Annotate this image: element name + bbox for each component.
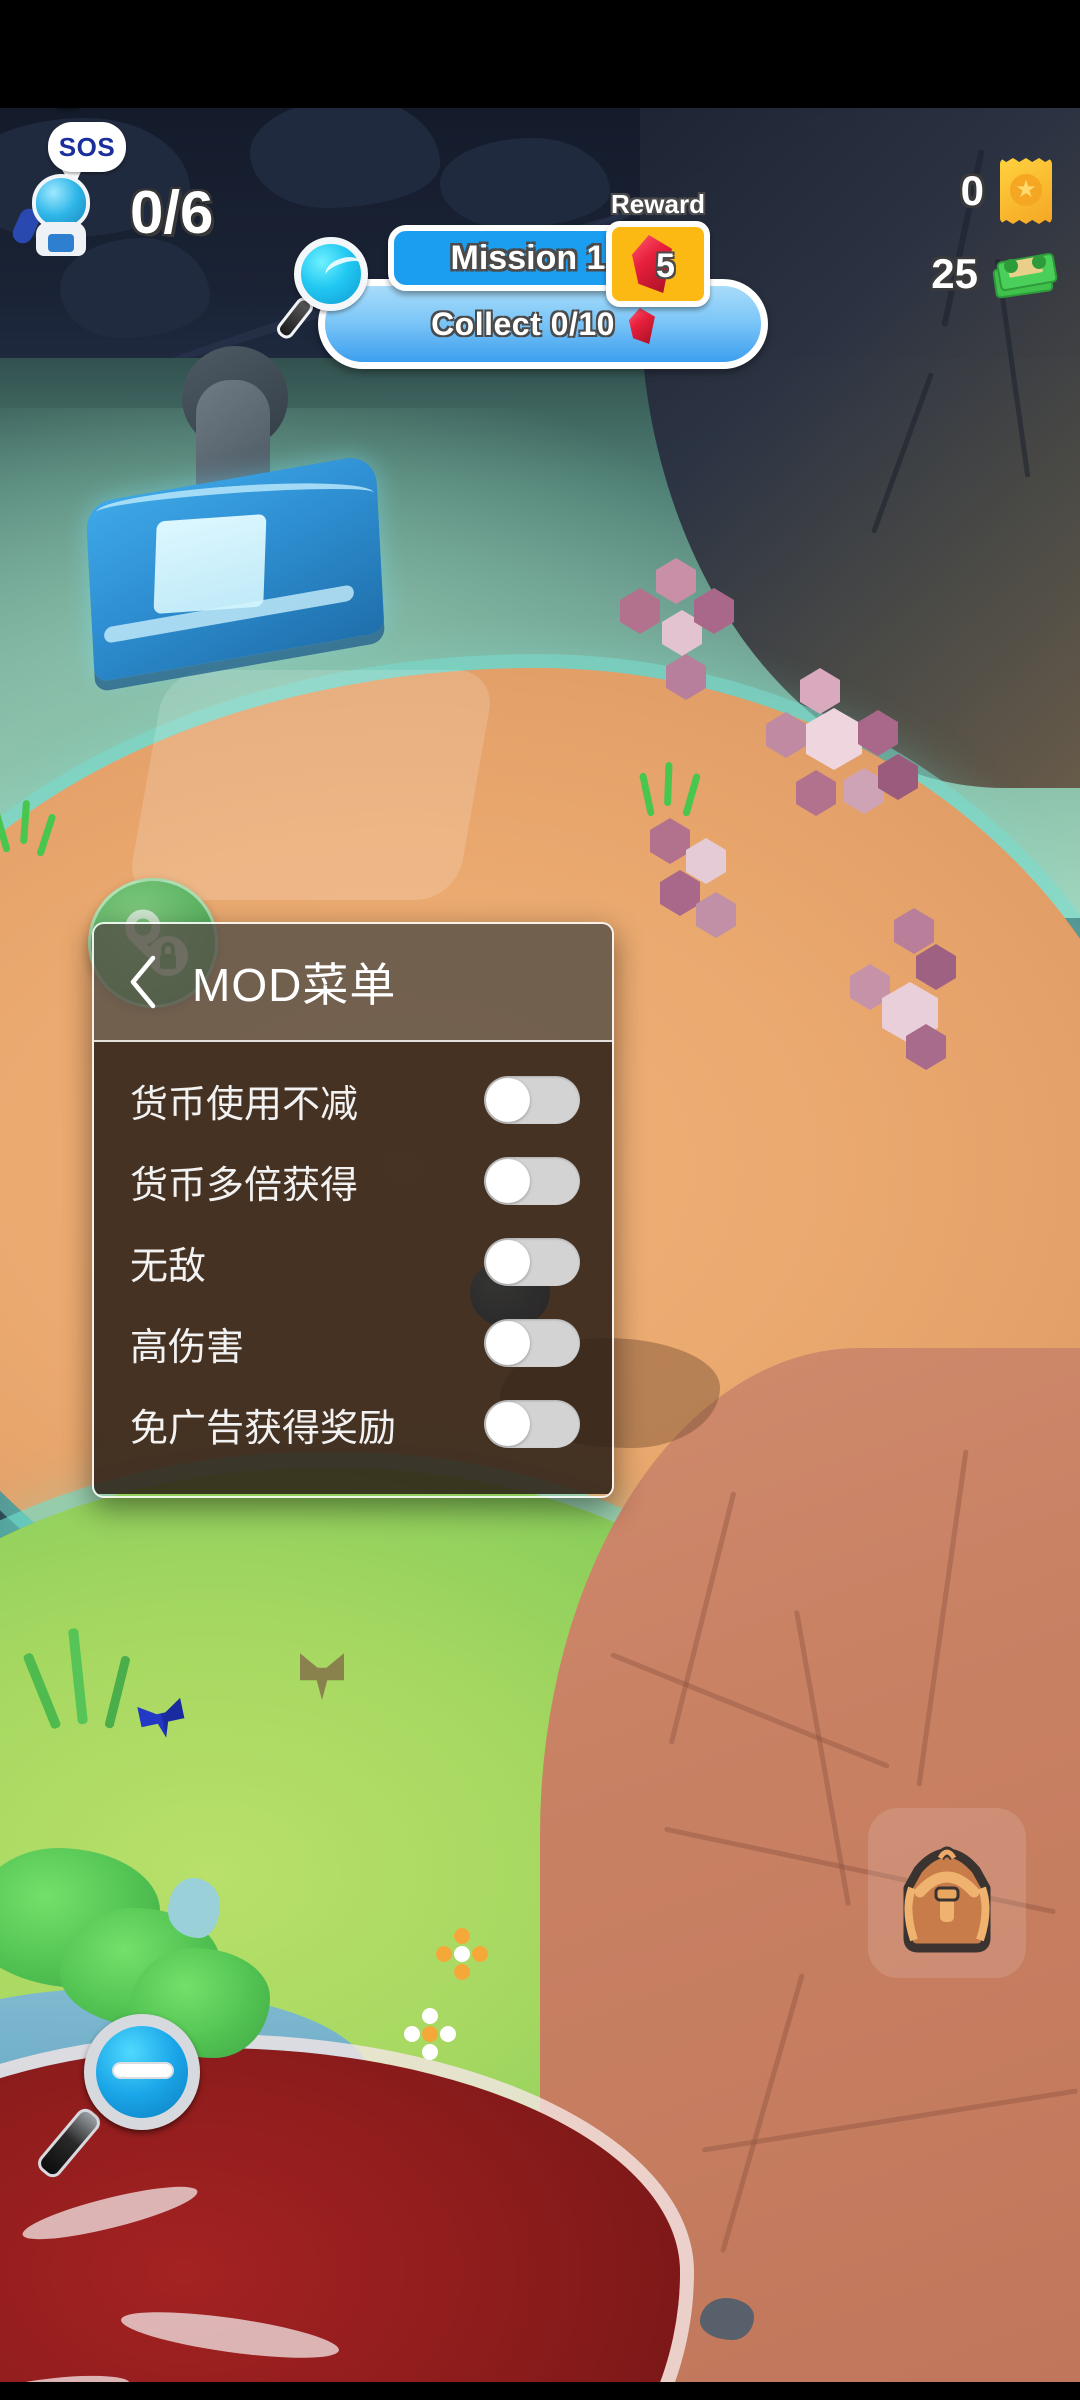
- backpack-icon: [903, 1846, 991, 1953]
- money-stack-icon: [992, 251, 1059, 299]
- sos-bubble: SOS: [48, 122, 126, 172]
- magnifier-lens: [294, 237, 368, 311]
- mod-item-label: 免广告获得奖励: [130, 1407, 397, 1450]
- toggle-knob: [486, 1402, 530, 1446]
- mod-item-toggle[interactable]: [484, 1319, 580, 1367]
- mission-reward-badge: Reward 5: [600, 189, 716, 307]
- mod-item-label: 高伤害: [130, 1326, 245, 1369]
- back-button[interactable]: [122, 952, 166, 1012]
- ship-window: [153, 513, 267, 615]
- mission-search-icon[interactable]: [273, 237, 378, 342]
- mod-item-label: 货币使用不减: [130, 1083, 359, 1126]
- red-gem-icon: [628, 308, 655, 344]
- reward-amount: 5: [656, 247, 675, 285]
- minus-icon: [112, 2062, 174, 2079]
- game-screen: SOS 0/6 Collect 0/10 Mission 1 Reward 5: [0, 0, 1080, 2400]
- mod-item-toggle[interactable]: [484, 1076, 580, 1124]
- mission-banner[interactable]: Collect 0/10 Mission 1 Reward 5: [273, 189, 770, 375]
- mod-menu-item[interactable]: 货币多倍获得: [94, 1149, 612, 1213]
- pebble: [700, 2298, 754, 2340]
- crystal-cluster[interactable]: [820, 908, 1000, 1098]
- mod-item-label: 货币多倍获得: [130, 1164, 359, 1207]
- mod-menu-item[interactable]: 货币使用不减: [94, 1068, 612, 1132]
- survivor-counter: 0/6: [130, 179, 214, 246]
- mod-menu-title: MOD菜单: [192, 959, 397, 1011]
- currency-ticket[interactable]: 0 ★: [961, 158, 1052, 224]
- currency-cash[interactable]: 25: [931, 250, 1059, 299]
- astronaut-chest: [48, 234, 74, 252]
- base-shadow: [125, 670, 497, 900]
- mod-item-toggle[interactable]: [484, 1400, 580, 1448]
- cash-value: 25: [931, 250, 978, 297]
- reward-label: Reward: [611, 189, 705, 219]
- survivor-indicator[interactable]: SOS 0/6: [9, 122, 213, 256]
- ticket-icon: ★: [1000, 158, 1052, 224]
- zoom-out-button[interactable]: [33, 2008, 220, 2188]
- ticket-value: 0: [960, 167, 984, 214]
- backpack-button[interactable]: [868, 1808, 1026, 1978]
- toggle-knob: [486, 1321, 530, 1365]
- mod-menu-item[interactable]: 无敌: [94, 1230, 612, 1294]
- star-glyph: ★: [1010, 174, 1042, 206]
- mod-menu-panel[interactable]: MOD菜单 货币使用不减 货币多倍获得 无敌高伤害免广告获得奖励: [92, 922, 614, 1498]
- toggle-knob: [486, 1078, 530, 1122]
- mod-menu-item[interactable]: 高伤害: [94, 1311, 612, 1375]
- mod-menu-header: MOD菜单: [94, 924, 612, 1042]
- chevron-left-icon: [130, 955, 156, 1009]
- mod-menu-item[interactable]: 免广告获得奖励: [94, 1392, 612, 1456]
- flower: [404, 2008, 460, 2064]
- toggle-knob: [486, 1159, 530, 1203]
- mod-item-toggle[interactable]: [484, 1238, 580, 1286]
- crystal-cluster[interactable]: [630, 808, 810, 988]
- sky-rock: [250, 108, 440, 208]
- bottom-letterbox: [0, 2382, 1080, 2400]
- mission-title-text: Mission 1: [450, 238, 606, 277]
- mod-item-toggle[interactable]: [484, 1157, 580, 1205]
- ice-pebble: [168, 1878, 220, 1938]
- crystal-cluster[interactable]: [600, 548, 780, 718]
- toggle-knob: [486, 1240, 530, 1284]
- top-letterbox: [0, 0, 1080, 108]
- mod-item-label: 无敌: [130, 1245, 207, 1288]
- lens-shine: [322, 252, 366, 287]
- mission-objective-text: Collect 0/10: [431, 305, 615, 342]
- flower: [436, 1928, 492, 1984]
- mod-menu-list: 货币使用不减 货币多倍获得 无敌高伤害免广告获得奖励: [94, 1042, 612, 1494]
